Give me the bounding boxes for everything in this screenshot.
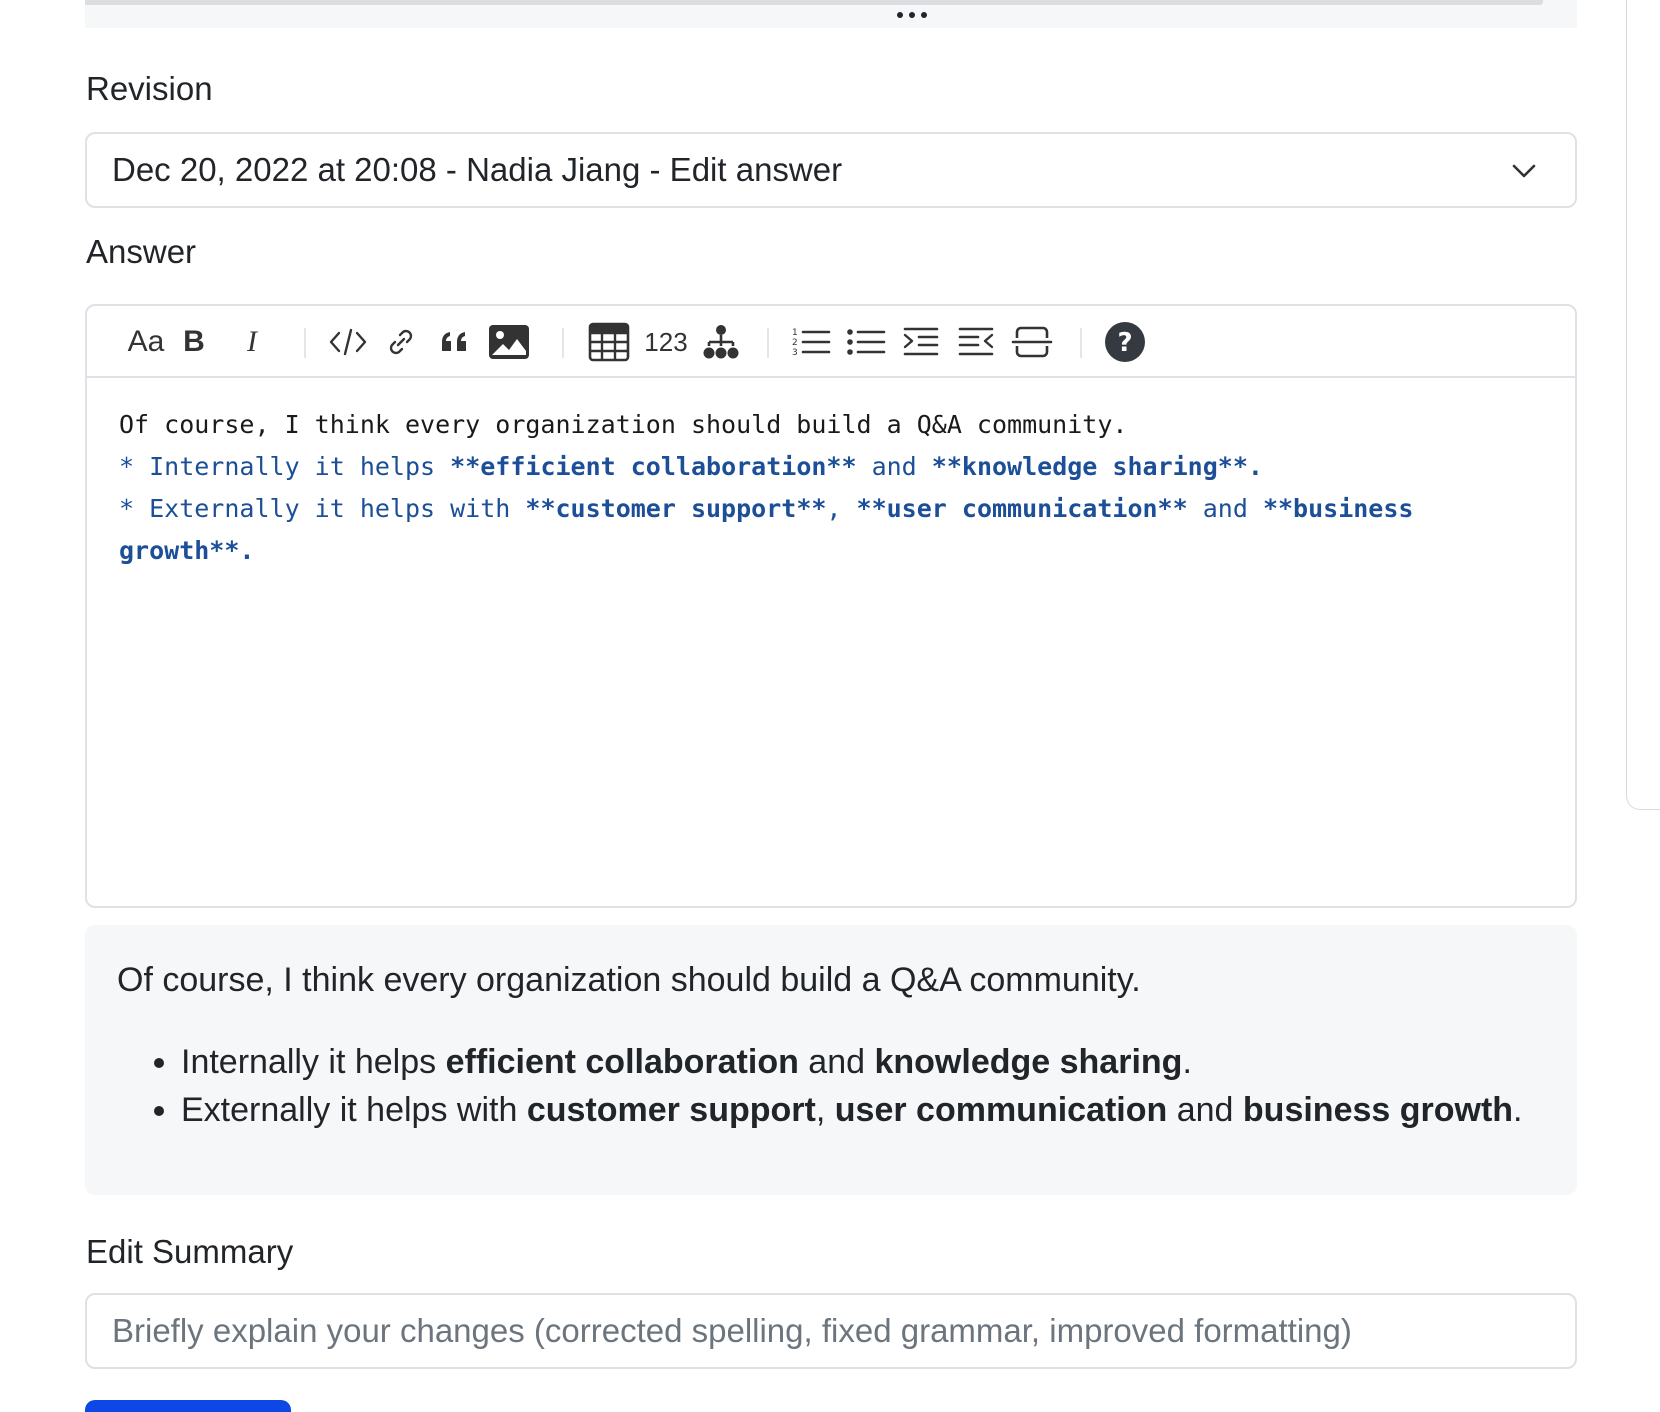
list-item: Internally it helps efficient collaborat… bbox=[181, 1038, 1523, 1086]
editor-toolbar: Aa B I 123 1 2 3 ? bbox=[87, 306, 1575, 378]
revision-select[interactable]: Dec 20, 2022 at 20:08 - Nadia Jiang - Ed… bbox=[85, 132, 1577, 208]
preview-paragraph: Of course, I think every organization sh… bbox=[117, 961, 1141, 999]
markdown-editor: Aa B I 123 1 2 3 ? Of course, I think ev… bbox=[85, 304, 1577, 908]
diagram-icon bbox=[703, 325, 739, 359]
submit-button[interactable] bbox=[85, 1400, 291, 1412]
source-line: * Externally it helps with **customer su… bbox=[119, 494, 1429, 565]
toolbar-divider bbox=[1080, 328, 1082, 358]
markdown-source-textarea[interactable]: Of course, I think every organization sh… bbox=[119, 404, 1539, 572]
source-line: Of course, I think every organization sh… bbox=[119, 410, 1128, 439]
side-panel-edge bbox=[1626, 0, 1660, 810]
ordered-list-button[interactable]: 1 2 3 bbox=[790, 320, 832, 364]
revision-selected-value: Dec 20, 2022 at 20:08 - Nadia Jiang - Ed… bbox=[112, 151, 843, 188]
toolbar-divider bbox=[767, 328, 769, 358]
edit-summary-label: Edit Summary bbox=[86, 1233, 294, 1270]
number-list-button[interactable]: 123 bbox=[641, 320, 691, 364]
code-icon bbox=[329, 328, 367, 356]
collapsed-panel bbox=[85, 0, 1577, 28]
markdown-preview: Of course, I think every organization sh… bbox=[85, 925, 1577, 1195]
answer-label: Answer bbox=[86, 233, 197, 270]
toolbar-divider bbox=[562, 328, 564, 358]
revision-label: Revision bbox=[86, 70, 213, 107]
code-button[interactable] bbox=[327, 320, 369, 364]
svg-text:1: 1 bbox=[792, 328, 798, 338]
source-line: * Internally it helps **efficient collab… bbox=[119, 452, 1263, 481]
link-icon bbox=[389, 329, 413, 355]
image-icon bbox=[489, 325, 529, 359]
horizontal-rule-icon bbox=[1011, 326, 1053, 358]
svg-text:3: 3 bbox=[792, 348, 798, 358]
chevron-down-icon bbox=[1512, 164, 1536, 178]
outdent-button[interactable] bbox=[955, 320, 997, 364]
link-button[interactable] bbox=[382, 320, 420, 364]
horizontal-rule-button[interactable] bbox=[1010, 320, 1054, 364]
italic-button[interactable]: I bbox=[237, 320, 267, 364]
svg-text:?: ? bbox=[1117, 328, 1132, 358]
outdent-icon bbox=[958, 327, 994, 356]
preview-list: Internally it helps efficient collaborat… bbox=[181, 1038, 1523, 1134]
svg-text:2: 2 bbox=[792, 338, 798, 348]
panel-bar bbox=[85, 0, 1543, 5]
quote-button[interactable] bbox=[435, 320, 475, 364]
toolbar-divider bbox=[304, 328, 306, 358]
table-button[interactable] bbox=[587, 320, 631, 364]
more-icon[interactable] bbox=[897, 12, 937, 22]
unordered-list-button[interactable] bbox=[845, 320, 887, 364]
indent-button[interactable] bbox=[900, 320, 942, 364]
list-item: Externally it helps with customer suppor… bbox=[181, 1086, 1523, 1134]
help-button[interactable]: ? bbox=[1103, 320, 1147, 364]
unordered-list-icon bbox=[847, 329, 886, 355]
heading-button[interactable]: Aa bbox=[125, 320, 167, 364]
ordered-list-icon: 1 2 3 bbox=[792, 328, 831, 358]
image-button[interactable] bbox=[487, 320, 531, 364]
edit-answer-page: Revision Dec 20, 2022 at 20:08 - Nadia J… bbox=[0, 0, 1660, 1412]
chart-button[interactable] bbox=[699, 320, 743, 364]
help-icon: ? bbox=[1105, 322, 1145, 362]
edit-summary-input[interactable] bbox=[85, 1293, 1577, 1369]
bold-button[interactable]: B bbox=[179, 320, 209, 364]
table-icon bbox=[588, 322, 630, 362]
indent-icon bbox=[903, 327, 939, 356]
quote-icon bbox=[442, 332, 466, 351]
